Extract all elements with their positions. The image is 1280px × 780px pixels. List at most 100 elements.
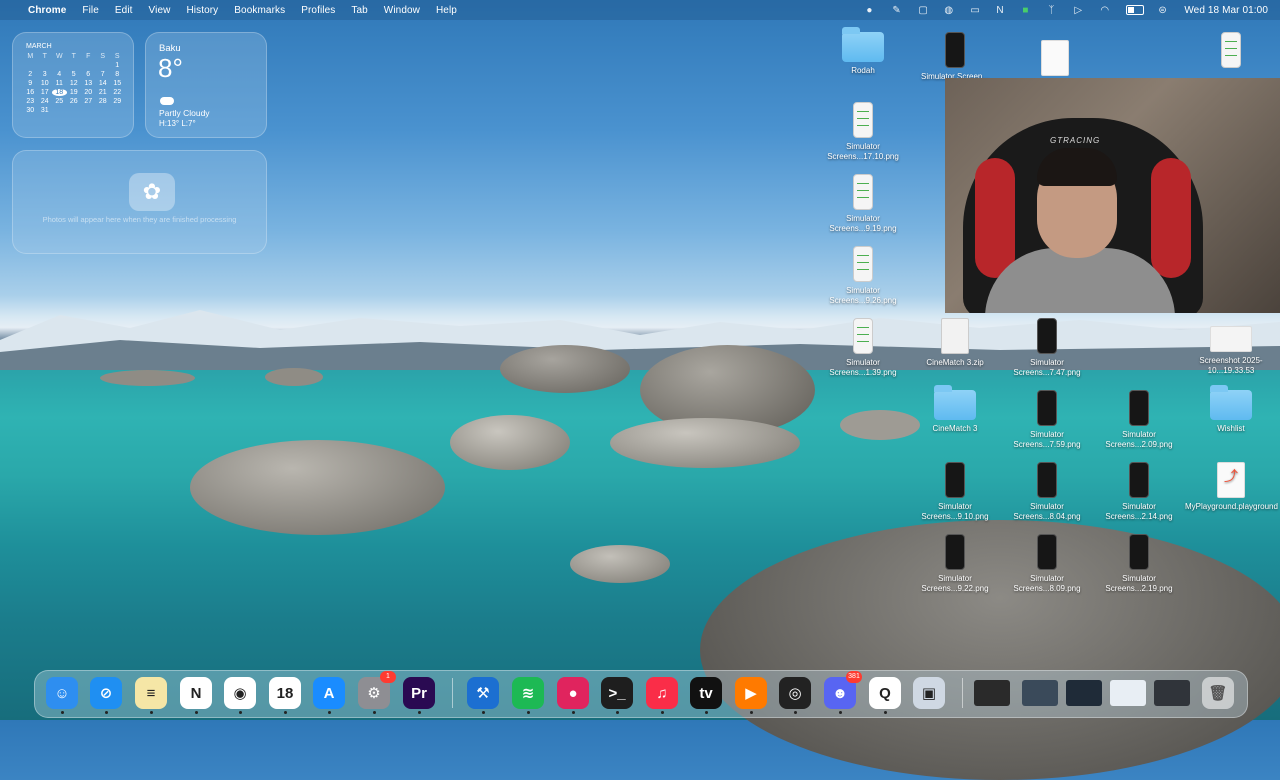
calendar-day [23,62,38,69]
app-store-icon[interactable]: A [313,677,345,709]
minimized-window-4[interactable] [1110,680,1146,706]
desktop-icon[interactable]: Simulator Screens...9.26.png [817,246,909,306]
discord-icon[interactable]: ☻ 381 [824,671,862,709]
menu-bookmarks[interactable]: Bookmarks [234,5,285,16]
desktop-icon[interactable]: Simulator Screens...7.47.png [1001,318,1093,378]
proxyman-icon[interactable]: Q [869,677,901,709]
desktop-icon[interactable]: Simulator Screens...9.22.png [909,534,1001,594]
desktop-icon[interactable] [1185,32,1277,72]
file-icon [1129,390,1149,426]
desktop-icon[interactable]: Wishlist [1185,385,1277,434]
webcam-overlay: GTRACING [945,78,1280,313]
calendar-day: 2 [28,71,33,78]
calendar-icon[interactable]: 18 [269,677,301,709]
desktop-icon[interactable]: Simulator Screens...2.09.png [1093,390,1185,450]
battery-icon[interactable] [1126,5,1145,15]
running-indicator [750,711,753,714]
menu-edit[interactable]: Edit [115,5,133,16]
chrome-icon[interactable]: ◉ [224,677,256,709]
desktop-icon[interactable]: Simulator Screens...2.19.png [1093,534,1185,594]
desktop-icon[interactable]: Simulator Screens...2.14.png [1093,462,1185,522]
screen-icon[interactable]: ▢ [918,5,930,16]
desktop-icon-label: Wishlist [1217,424,1245,433]
menu-view[interactable]: View [149,5,171,16]
menu-file[interactable]: File [82,5,99,16]
menu-window[interactable]: Window [384,5,420,16]
minimized-window-3[interactable] [1066,680,1102,706]
screen-recorder-icon[interactable]: ● [557,677,589,709]
notification-badge: 381 [846,671,862,683]
running-indicator [373,711,376,714]
n-icon[interactable]: N [996,5,1008,16]
menu-history[interactable]: History [186,5,218,16]
running-indicator [105,711,108,714]
dock-app-glyph: >_ [608,684,626,702]
desktop-icon[interactable]: MyPlayground.playground [1185,462,1278,512]
desktop-icon[interactable]: Simulator Screens...17.10.png [817,102,909,162]
desktop-icon[interactable]: Simulator Screens...8.09.png [1001,534,1093,594]
running-indicator [616,711,619,714]
simulator-icon[interactable]: ▣ [913,677,945,709]
calendar-day: 8 [115,71,120,78]
menu-clock[interactable]: Wed 18 Mar 01:00 [1184,5,1268,16]
menu-tab[interactable]: Tab [351,5,367,16]
apple-tv-icon[interactable]: tv [690,677,722,709]
control-center-icon[interactable]: ⊜ [1158,5,1170,16]
file-icon [1129,534,1149,570]
calendar-weekday: S [114,53,120,60]
desktop-icon[interactable]: Simulator Screens...8.04.png [1001,462,1093,522]
spotify-icon[interactable]: ≋ [512,677,544,709]
display-icon[interactable]: ▭ [970,5,982,16]
camera-icon[interactable]: ■ [1022,5,1034,16]
pen-icon[interactable]: ✎ [892,5,904,16]
menu-help[interactable]: Help [436,5,457,16]
desktop-icon[interactable]: CineMatch 3 [909,385,1001,434]
dock-app-glyph: ⚙ [367,685,381,702]
minimized-window-1[interactable] [974,680,1010,706]
obs-icon[interactable]: ◎ [779,677,811,709]
calendar-day: 11 [55,80,63,87]
vpn-icon[interactable]: ◍ [944,5,956,16]
photos-widget[interactable]: ✿ Photos will appear here when they are … [12,150,267,254]
calendar-widget[interactable]: MARCH M T W T F S S 1 2 3 4 5 6 7 8 9 10 11 12 13 14 15 16 17 18… [12,32,134,138]
desktop-icon[interactable]: CineMatch 3.zip [909,318,1001,368]
desktop-icon[interactable]: Simulator Screens...7.59.png [1001,390,1093,450]
desktop-icon-label: Simulator Screens...17.10.png [827,142,899,161]
xcode-icon[interactable]: ⚒ [467,677,499,709]
desktop-icon[interactable]: Simulator Screens...1.39.png [817,318,909,378]
system-settings-icon[interactable]: ⚙ 1 [358,671,396,709]
play-icon[interactable]: ▷ [1074,5,1086,16]
weather-widget[interactable]: Baku 8° Partly Cloudy H:13° L:7° [145,32,267,138]
terminal-icon[interactable]: >_ [601,677,633,709]
minimized-window-2[interactable] [1022,680,1058,706]
calendar-day: 4 [57,71,62,78]
music-icon[interactable]: ♫ [646,677,678,709]
desktop-icon[interactable]: Screenshot 2025-10...19.33.53 [1185,326,1277,376]
calendar-day: 21 [98,89,107,96]
minimized-window-5[interactable] [1154,680,1190,706]
notion-icon[interactable]: N [180,677,212,709]
calendar-day [110,107,125,114]
calendar-day: 14 [98,80,107,87]
desktop-icon[interactable]: Rodah [817,27,909,76]
wallpaper-rock [450,415,570,470]
desktop-icon[interactable]: Simulator Screens...9.10.png [909,462,1001,522]
desktop-icon[interactable] [1009,40,1101,80]
dock-app-glyph: A [323,684,335,702]
antenna-icon[interactable]: ᛉ [1048,5,1060,16]
trash-icon[interactable]: 🗑 [1202,677,1234,709]
menu-app-name[interactable]: Chrome [28,5,66,16]
wallpaper-rock [190,440,445,535]
infuse-icon[interactable]: ▶ [735,677,767,709]
premiere-icon[interactable]: Pr [403,677,435,709]
notes-icon[interactable]: ≡ [135,677,167,709]
record-icon[interactable]: ● [866,5,878,16]
desktop-icon[interactable]: Simulator Screens...9.19.png [817,174,909,234]
dock-app-glyph: tv [699,684,713,702]
finder-icon[interactable]: ☺ [46,677,78,709]
menu-profiles[interactable]: Profiles [301,5,335,16]
desktop-icon[interactable]: Simulator Screen... [909,32,1001,82]
safari-icon[interactable]: ⊘ [90,677,122,709]
wifi-icon[interactable]: ◠ [1100,5,1112,16]
file-icon [1210,326,1252,352]
